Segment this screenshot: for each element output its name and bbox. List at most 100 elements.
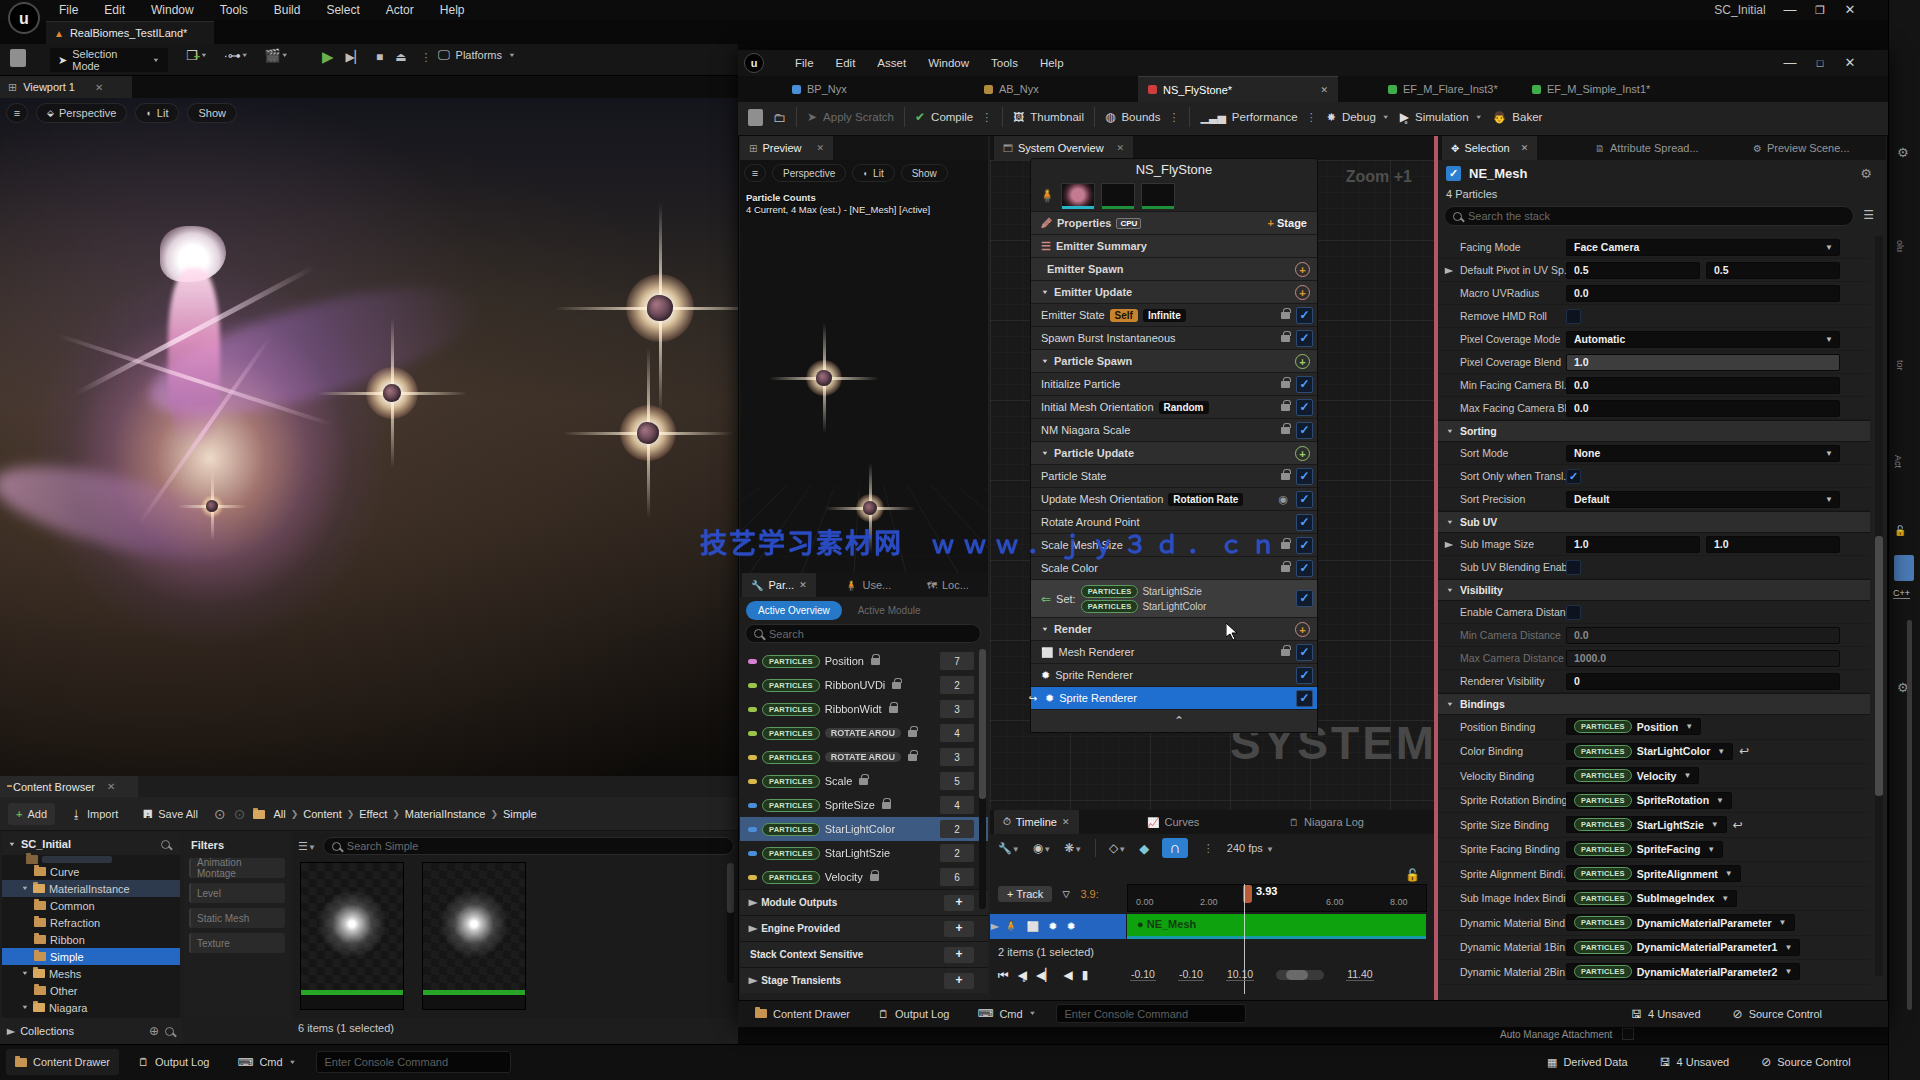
apply-scratch-button[interactable]: ➤Apply Scratch <box>807 110 894 124</box>
node-row-0[interactable]: 🖉PropertiesCPU+ Stage <box>1031 211 1317 234</box>
property-row[interactable]: Pixel Coverage ModeAutomatic▼ <box>1438 328 1870 351</box>
property-row[interactable]: Sub Image Size▶1.01.0 <box>1438 533 1870 556</box>
menu-tools[interactable]: Tools <box>207 0 261 20</box>
node-row-6[interactable]: ▼Particle Spawn+ <box>1031 349 1317 372</box>
slider-thumb[interactable] <box>1286 970 1308 980</box>
collections-row[interactable]: ▶ Collections ⊕ <box>0 1018 182 1044</box>
emitter-node[interactable]: NS_FlyStone 🧍 🖉PropertiesCPU+ Stage☰Emit… <box>1030 158 1318 733</box>
add-module-icon[interactable]: + <box>1295 285 1310 300</box>
asset-tab-BP_Nyx[interactable]: BP_Nyx <box>782 76 888 102</box>
property-row[interactable]: Macro UVRadius0.0 <box>1438 282 1870 305</box>
asset-search-input[interactable]: Search Simple <box>347 840 419 852</box>
property-row[interactable]: Sprite Rotation BindingPARTICLESSpriteRo… <box>1438 789 1870 814</box>
search-icon[interactable] <box>165 1027 174 1036</box>
enabled-checkbox[interactable]: ✓ <box>1296 667 1313 684</box>
parameter-row[interactable]: PARTICLESStarLightSzie2 <box>740 841 988 865</box>
tree-item-curve[interactable]: Curve <box>2 863 180 880</box>
binding-dropdown[interactable]: PARTICLESSpriteAlignment▼ <box>1566 865 1741 882</box>
play-icon[interactable]: ▶ <box>322 48 334 66</box>
parameter-row[interactable]: PARTICLESScale5 <box>740 769 988 793</box>
import-button[interactable]: ⭳Import <box>63 803 126 825</box>
source-control-button[interactable]: ⊘Source Control <box>1752 1049 1859 1075</box>
menu-edit[interactable]: Edit <box>825 50 867 76</box>
checkbox[interactable]: ✓ <box>1566 469 1581 484</box>
search-icon[interactable] <box>161 840 170 849</box>
checkbox[interactable] <box>1566 560 1581 575</box>
asset-tab-AB_Nyx[interactable]: AB_Nyx <box>974 76 1080 102</box>
dropdown[interactable]: Automatic▼ <box>1566 331 1840 348</box>
breadcrumb-item[interactable]: Content <box>303 808 342 820</box>
close-icon[interactable]: ✕ <box>1062 817 1070 827</box>
node-row-19[interactable]: ✹Sprite Renderer✓ <box>1031 663 1317 686</box>
menu-asset[interactable]: Asset <box>866 50 917 76</box>
browse-icon[interactable]: 🗀 <box>773 110 786 125</box>
node-row-7[interactable]: Initialize Particle✓ <box>1031 372 1317 395</box>
show-button[interactable]: Show <box>187 103 237 123</box>
compile-button[interactable]: ✔Compile⋮ <box>915 110 992 124</box>
bounds-button[interactable]: ◍Bounds⋮ <box>1105 110 1180 124</box>
show-button[interactable]: Show <box>901 164 948 182</box>
close-icon[interactable]: ✕ <box>1521 143 1529 153</box>
property-row[interactable]: Sort Only when Transl...✓ <box>1438 465 1870 488</box>
snap-icon[interactable]: ∩ <box>1162 838 1188 858</box>
time-field[interactable]: -0.10 <box>1178 968 1204 981</box>
save-all-button[interactable]: 🖪Save All <box>134 803 206 825</box>
enabled-checkbox[interactable]: ✓ <box>1296 307 1313 324</box>
enabled-checkbox[interactable]: ✓ <box>1296 376 1313 393</box>
section-sub-uv[interactable]: ▼Sub UV <box>1438 511 1870 533</box>
checkbox[interactable] <box>1566 309 1581 324</box>
unsaved-button[interactable]: 🖫4 Unsaved <box>1622 1003 1710 1024</box>
property-row[interactable]: Dynamic Material 2Bin...PARTICLESDynamic… <box>1438 960 1870 985</box>
panel-splitter[interactable] <box>1434 136 1438 1000</box>
property-row[interactable]: Color BindingPARTICLESStarLightColor▼↩ <box>1438 740 1870 765</box>
property-row[interactable]: Pixel Coverage Blend1.0 <box>1438 351 1870 374</box>
enabled-checkbox[interactable]: ✓ <box>1296 422 1313 439</box>
menu-window[interactable]: Window <box>138 0 207 20</box>
node-row-9[interactable]: NM Niagara Scale✓ <box>1031 418 1317 441</box>
checkbox[interactable] <box>1622 1028 1634 1040</box>
close-icon[interactable]: ✕ <box>1835 0 1865 20</box>
params-section-0[interactable]: ▶Module Outputs+ <box>740 889 988 915</box>
node-row-12[interactable]: Update Mesh OrientationRotation Rate◉✓ <box>1031 487 1317 510</box>
lock-icon[interactable]: 🔓 <box>1894 525 1906 536</box>
reset-icon[interactable]: ↩ <box>1739 744 1749 758</box>
content-browser-tab[interactable]: Content Browser ✕ <box>0 776 138 797</box>
property-row[interactable]: Sprite Facing BindingPARTICLESSpriteFaci… <box>1438 838 1870 863</box>
filter-1[interactable]: Level <box>189 883 285 903</box>
emitter-thumb[interactable] <box>1141 183 1175 207</box>
tree-item-simple[interactable]: Simple <box>2 948 180 965</box>
source-control-button[interactable]: ⊘Source Control <box>1724 1003 1831 1024</box>
selection-tab-0[interactable]: ✥Selection✕ <box>1442 136 1537 160</box>
node-row-17[interactable]: ▼Render+ <box>1031 617 1317 640</box>
active-overview-button[interactable]: Active Overview <box>746 601 842 620</box>
property-row[interactable]: Min Facing Camera Bl...0.0 <box>1438 374 1870 397</box>
section-bindings[interactable]: ▼Bindings <box>1438 693 1870 715</box>
prev-key-icon[interactable]: ◀̥ <box>1018 968 1027 982</box>
section-sorting[interactable]: ▼Sorting <box>1438 420 1870 442</box>
cmd-button[interactable]: ⌨Cmd▼ <box>228 1049 305 1075</box>
time-field[interactable]: 11.40 <box>1346 968 1374 981</box>
add-icon[interactable]: + <box>944 921 974 937</box>
dropdown[interactable]: Default▼ <box>1566 491 1840 508</box>
menu-actor[interactable]: Actor <box>373 0 427 20</box>
blueprint-icon[interactable]: ∙⊶▼ <box>224 48 249 63</box>
binding-dropdown[interactable]: PARTICLESSpriteRotation▼ <box>1566 792 1732 809</box>
scrollbar[interactable] <box>1875 236 1883 976</box>
tree-item-meshs[interactable]: ▼Meshs <box>2 965 180 982</box>
selection-mode-button[interactable]: ➤ Selection Mode ▼ <box>50 48 168 72</box>
add-actor-icon[interactable]: ❒+▼ <box>186 48 208 63</box>
tree-root-label[interactable]: SC_Initial <box>21 838 71 850</box>
node-row-10[interactable]: ▼Particle Update+ <box>1031 441 1317 464</box>
add-icon[interactable]: + <box>944 895 974 911</box>
eject-icon[interactable]: ⏏ <box>395 50 406 64</box>
node-row-1[interactable]: ☰Emitter Summary <box>1031 234 1317 257</box>
burnin-icon[interactable]: ❋▼ <box>1064 841 1082 855</box>
node-row-18[interactable]: ⬜Mesh Renderer✓ <box>1031 640 1317 663</box>
parameter-row[interactable]: PARTICLESROTATE AROU3 <box>740 745 988 769</box>
property-row[interactable]: Min Camera Distance0.0 <box>1438 624 1870 647</box>
add-stage-button[interactable]: + Stage <box>1268 217 1307 229</box>
binding-dropdown[interactable]: PARTICLESSpriteFacing▼ <box>1566 841 1723 858</box>
maximize-icon[interactable]: □ <box>1805 53 1835 73</box>
property-row[interactable]: Dynamic Material Bind...PARTICLESDynamic… <box>1438 911 1870 936</box>
back-icon[interactable]: ⊙ <box>214 806 226 822</box>
